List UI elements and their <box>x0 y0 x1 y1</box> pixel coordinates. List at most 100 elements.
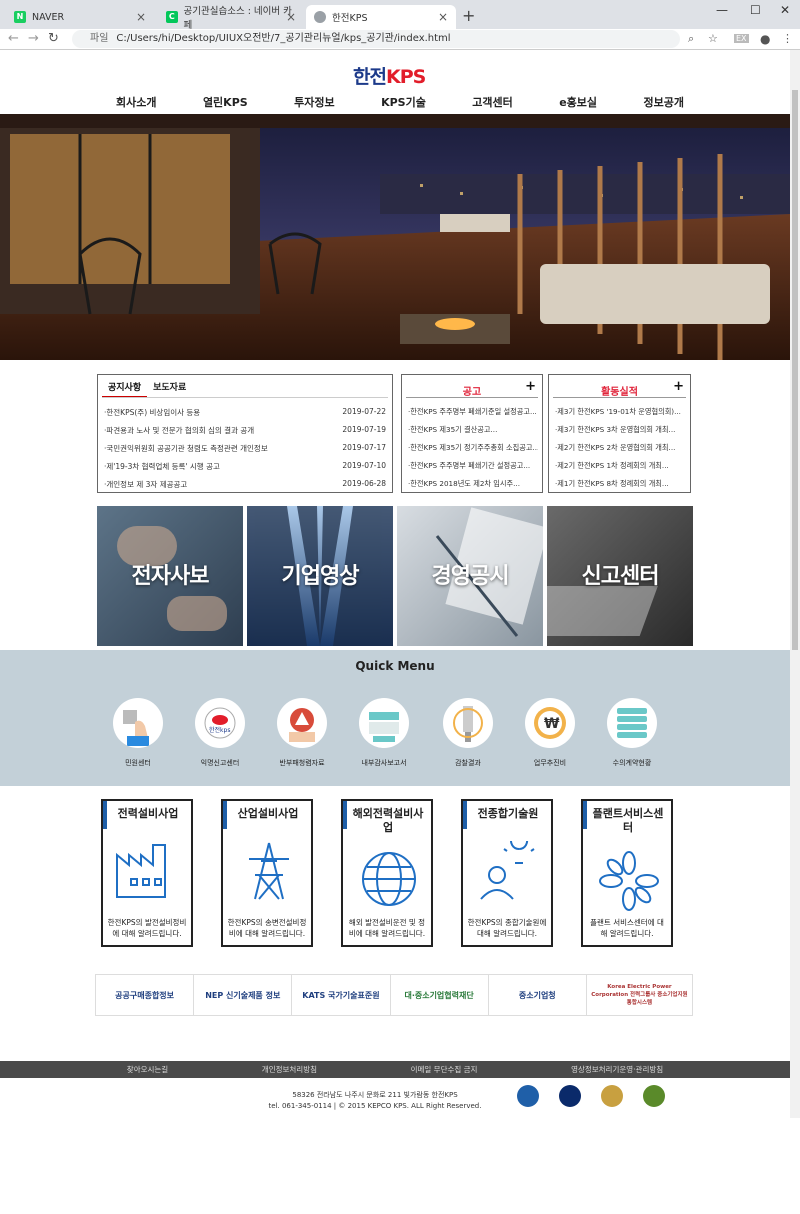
nav-epr[interactable]: e홍보실 <box>559 94 597 110</box>
zoom-icon[interactable]: ⌕ <box>688 32 694 46</box>
scrollbar-thumb[interactable] <box>792 90 798 650</box>
activity-row[interactable]: ·제3기 한전KPS '19-01차 운영협의회)... <box>555 407 686 417</box>
banner-label: 경영공시 <box>431 564 510 589</box>
announcement-row[interactable]: ·한전KPS 주주명부 폐쇄기준일 설정공고... <box>408 407 538 417</box>
announcement-row[interactable]: ·한전KPS 2018년도 제2차 임시주... <box>408 479 538 489</box>
business-technology[interactable]: 전종합기술원 한전KPS의 종합기술원에 대해 알려드립니다. <box>461 799 553 947</box>
partner-nep[interactable]: NEP 신기술제품 정보 <box>194 975 293 1015</box>
business-power[interactable]: 전력설비사업 한전KPS의 발전설비정비에 대해 알려드립니다. <box>101 799 193 947</box>
activity-row[interactable]: ·제1기 한전KPS 8차 정례회의 개최... <box>555 479 686 489</box>
quick-item-civil[interactable]: 민원센터 <box>108 698 168 768</box>
quick-item-label: 수의계약현황 <box>612 759 652 767</box>
banner-newsletter[interactable]: 전자사보 <box>97 506 243 646</box>
close-tab-icon[interactable]: × <box>136 10 146 24</box>
partner-kats[interactable]: KATS 국가기술표준원 <box>292 975 391 1015</box>
business-title: 전력설비사업 <box>117 807 179 820</box>
partner-public-procurement[interactable]: 공공구매종합정보 <box>96 975 195 1015</box>
quick-item-contracts[interactable]: 수의계약현황 <box>602 698 662 768</box>
logo-kps: KPS <box>385 66 426 88</box>
reload-icon[interactable]: ↻ <box>48 31 59 46</box>
quick-item-anonymous[interactable]: 한전kps 익명신고센터 <box>190 698 250 768</box>
url-scheme: 파일 <box>90 33 109 44</box>
notice-row[interactable]: ·국민권익위원회 공공기관 청렴도 측정관련 개인정보 2019-07-17 <box>104 443 386 454</box>
footer-link-cctv[interactable]: 영상정보처리기운영·관리방침 <box>571 1064 663 1075</box>
quick-item-label: 반부패청렴자료 <box>279 759 325 767</box>
profile-icon[interactable]: ● <box>760 32 770 46</box>
maximize-icon[interactable]: ☐ <box>750 3 761 17</box>
footer-link-privacy[interactable]: 개인정보처리방침 <box>262 1064 317 1075</box>
footer-link-directions[interactable]: 찾아오시는길 <box>127 1064 168 1075</box>
announcement-board: 공고 + ·한전KPS 주주명부 폐쇄기준일 설정공고... ·한전KPS 제3… <box>401 374 543 493</box>
nav-kps-tech[interactable]: KPS기술 <box>381 94 426 110</box>
business-title: 플랜트서비스센터 <box>592 807 664 834</box>
partner-smba[interactable]: 중소기업청 <box>489 975 587 1015</box>
menu-icon[interactable]: ⋮ <box>782 32 793 45</box>
quick-item-audit-report[interactable]: 내부감사보고서 <box>354 698 414 768</box>
business-title: 산업설비사업 <box>237 807 299 820</box>
business-desc: 해외 발전설비운전 및 정비에 대해 알려드립니다. <box>348 918 426 938</box>
globe-icon <box>362 852 416 906</box>
quick-menu-title: Quick Menu <box>355 659 435 673</box>
cafe-favicon-icon: C <box>166 11 178 23</box>
banner-disclosure[interactable]: 경영공시 <box>397 506 543 646</box>
quick-item-inspection[interactable]: 감찰결과 <box>438 698 498 768</box>
star-icon[interactable]: ☆ <box>708 32 718 45</box>
close-window-icon[interactable]: ✕ <box>780 3 790 17</box>
new-tab-icon[interactable]: + <box>462 6 475 25</box>
announcement-row[interactable]: ·한전KPS 제35기 정기주주총회 소집공고... <box>408 443 538 453</box>
nav-investment[interactable]: 투자정보 <box>294 94 334 110</box>
business-industry[interactable]: 산업설비사업 한전KPS의 송변전설비정비에 대해 알려드립니다. <box>221 799 313 947</box>
nav-customer[interactable]: 고객센터 <box>472 94 512 110</box>
activity-row[interactable]: ·제2기 한전KPS 2차 운영협의회 개최... <box>555 443 686 453</box>
back-icon[interactable]: ← <box>8 31 19 46</box>
notice-row[interactable]: ·한전KPS(주) 비상임이사 등용 2019-07-22 <box>104 407 386 418</box>
notice-date: 2019-07-22 <box>342 407 386 416</box>
url-input[interactable]: 파일 C:/Users/hi/Desktop/UIUX오전반/7_공기관리뉴얼/k… <box>72 30 680 48</box>
business-overseas[interactable]: 해외전력설비사업 해외 발전설비운전 및 정비에 대해 알려드립니다. <box>341 799 433 947</box>
partner-kepco[interactable]: Korea Electric Power Corporation 전력그룹사 중… <box>587 975 692 1015</box>
nav-disclosure[interactable]: 정보공개 <box>644 94 684 110</box>
activity-board: 활동실적 + ·제3기 한전KPS '19-01차 운영협의회)... ·제3기… <box>548 374 691 493</box>
nav-open-kps[interactable]: 열린KPS <box>203 94 248 110</box>
hero-image <box>0 114 790 360</box>
browser-tab-cafe[interactable]: C 공기관실습소스 : 네이버 카페 × <box>158 5 304 31</box>
kps-badge-icon: 한전kps <box>195 698 245 748</box>
activity-row[interactable]: ·제2기 한전KPS 1차 정례회의 개최... <box>555 461 686 471</box>
announcement-more-icon[interactable]: + <box>525 379 536 394</box>
close-tab-icon[interactable]: × <box>438 10 448 24</box>
quick-item-label: 민원센터 <box>125 759 151 767</box>
banner-label: 신고센터 <box>581 564 660 589</box>
tab-title: 공기관실습소스 : 네이버 카페 <box>183 6 292 31</box>
partner-foundation[interactable]: 대·중소기업협력재단 <box>391 975 489 1015</box>
factory-icon <box>116 844 166 898</box>
business-title: 해외전력설비사업 <box>352 807 424 834</box>
browser-tab-naver[interactable]: N NAVER × <box>6 5 154 29</box>
announcement-row[interactable]: ·한전KPS 제35기 결산공고... <box>408 425 538 435</box>
business-plant[interactable]: 플랜트서비스센터 플랜트 서비스센터에 대해 알려드립니다. <box>581 799 673 947</box>
quick-item-expenses[interactable]: ₩ 업무추진비 <box>520 698 580 768</box>
banner-report[interactable]: 신고센터 <box>547 506 693 646</box>
tab-press[interactable]: 보도자료 <box>147 380 192 398</box>
minimize-icon[interactable]: — <box>716 3 728 17</box>
notice-row[interactable]: ·개인정보 제 3자 제공공고 2019-06-28 <box>104 479 386 490</box>
close-tab-icon[interactable]: × <box>286 10 296 24</box>
banner-video[interactable]: 기업영상 <box>247 506 393 646</box>
tab-notice[interactable]: 공지사항 <box>102 380 148 398</box>
announcement-row[interactable]: ·한전KPS 주주명부 폐쇄기간 설정공고... <box>408 461 538 471</box>
activity-more-icon[interactable]: + <box>673 379 684 394</box>
won-coin-icon: ₩ <box>525 698 575 748</box>
notice-row[interactable]: ·제'19-3차 협력업체 등록' 시행 공고 2019-07-10 <box>104 461 386 472</box>
quick-item-label: 내부감사보고서 <box>361 759 407 767</box>
activity-row[interactable]: ·제3기 한전KPS 3차 운영협의회 개최... <box>555 425 686 435</box>
footer-link-email[interactable]: 이메일 무단수집 금지 <box>411 1064 478 1075</box>
scrollbar[interactable] <box>790 50 800 1118</box>
url-text: C:/Users/hi/Desktop/UIUX오전반/7_공기관리뉴얼/kps… <box>116 33 451 44</box>
browser-tab-kps[interactable]: 한전KPS × <box>306 5 456 29</box>
extension-icon[interactable]: EX <box>734 34 749 43</box>
quick-item-anticorruption[interactable]: 반부패청렴자료 <box>272 698 332 768</box>
nav-company[interactable]: 회사소개 <box>116 94 156 110</box>
forward-icon[interactable]: → <box>28 31 39 46</box>
power-tower-icon <box>249 842 289 900</box>
site-logo[interactable]: 한전KPS <box>353 62 426 89</box>
notice-row[interactable]: ·파견용과 노사 및 전문가 협의회 심의 결과 공개 2019-07-19 <box>104 425 386 436</box>
